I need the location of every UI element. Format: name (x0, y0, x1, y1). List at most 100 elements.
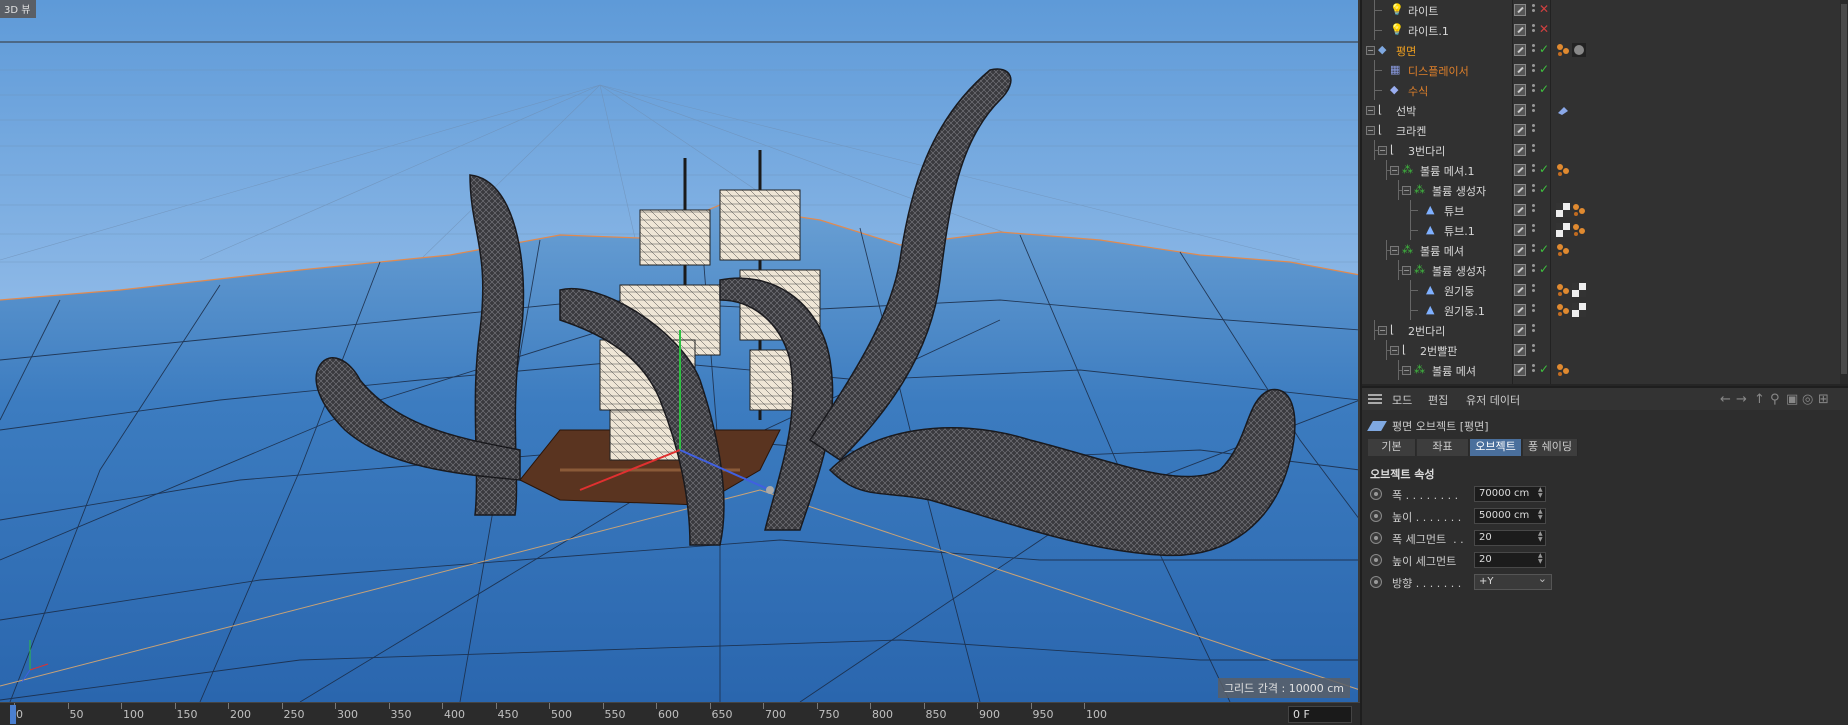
object-row[interactable]: − ⌊ 2번빨판 (1362, 340, 1848, 360)
layer-edit-icon[interactable] (1514, 144, 1526, 156)
visibility-dots-icon[interactable] (1532, 104, 1536, 116)
collapse-icon[interactable]: − (1378, 326, 1387, 335)
visibility-dots-icon[interactable] (1532, 184, 1536, 196)
layer-edit-icon[interactable] (1514, 264, 1526, 276)
stepper-icon[interactable]: ▲ ▼ (1538, 531, 1545, 545)
layer-edit-icon[interactable] (1514, 124, 1526, 136)
object-name[interactable]: 평면 (1396, 43, 1416, 59)
tab-coord[interactable]: 좌표 (1417, 439, 1469, 456)
disabled-x-icon[interactable]: ✕ (1539, 22, 1549, 36)
visibility-dots-icon[interactable] (1532, 4, 1536, 16)
visibility-dots-icon[interactable] (1532, 284, 1536, 296)
back-arrow-icon[interactable]: ← (1720, 392, 1731, 407)
material-tag-icon[interactable] (1556, 283, 1570, 297)
checker-tag-icon[interactable] (1556, 203, 1570, 217)
object-name[interactable]: 볼륨 메셔 (1432, 363, 1476, 379)
object-name[interactable]: 원기둥.1 (1444, 303, 1485, 319)
property-value-field[interactable]: 70000 cm (1474, 486, 1546, 502)
collapse-icon[interactable]: − (1390, 246, 1399, 255)
object-row[interactable]: − ⁂ 볼륨 생성자 ✓ (1362, 180, 1848, 200)
object-row[interactable]: − ⌊ 크라켄 (1362, 120, 1848, 140)
collapse-icon[interactable]: − (1402, 186, 1411, 195)
property-value-field[interactable]: 20 (1474, 530, 1546, 546)
object-name[interactable]: 튜브.1 (1444, 223, 1475, 239)
property-value-field[interactable]: 20 (1474, 552, 1546, 568)
layer-edit-icon[interactable] (1514, 104, 1526, 116)
visibility-dots-icon[interactable] (1532, 324, 1536, 336)
object-row[interactable]: − ⁂ 볼륨 메셔 ✓ (1362, 360, 1848, 380)
object-name[interactable]: 수식 (1408, 83, 1428, 99)
object-row[interactable]: − ⌊ 3번다리 (1362, 140, 1848, 160)
visibility-dots-icon[interactable] (1532, 84, 1536, 96)
layer-edit-icon[interactable] (1514, 84, 1526, 96)
object-name[interactable]: 크라켄 (1396, 123, 1426, 139)
object-name[interactable]: 볼륨 생성자 (1432, 263, 1486, 279)
object-row[interactable]: − ◆ 평면 ✓ (1362, 40, 1848, 60)
checker-tag-icon[interactable] (1556, 223, 1570, 237)
visibility-dots-icon[interactable] (1532, 344, 1536, 356)
material-tag-icon[interactable] (1572, 203, 1586, 217)
tab-object[interactable]: 오브젝트 (1470, 439, 1522, 456)
material-tag-icon[interactable] (1556, 243, 1570, 257)
object-name[interactable]: 디스플레이서 (1408, 63, 1469, 79)
material-tag-icon[interactable] (1556, 43, 1570, 57)
layer-edit-icon[interactable] (1514, 344, 1526, 356)
menu-mode[interactable]: 모드 (1392, 392, 1412, 408)
timeline-ruler[interactable]: 0 50 100 150 200 250 300 350 400 450 500 550 600 650 7… (0, 702, 1360, 725)
object-row[interactable]: − ⁂ 볼륨 생성자 ✓ (1362, 260, 1848, 280)
collapse-icon[interactable]: − (1378, 146, 1387, 155)
viewport-title[interactable]: 3D 뷰 (0, 0, 37, 18)
object-row[interactable]: ▲ 튜브.1 (1362, 220, 1848, 240)
object-name[interactable]: 선박 (1396, 103, 1416, 119)
visibility-dots-icon[interactable] (1532, 224, 1536, 236)
material-tag-icon[interactable] (1556, 163, 1570, 177)
checker-tag-icon[interactable] (1572, 283, 1586, 297)
layer-edit-icon[interactable] (1514, 24, 1526, 36)
object-row[interactable]: − ⁂ 볼륨 메셔.1 ✓ (1362, 160, 1848, 180)
layer-edit-icon[interactable] (1514, 64, 1526, 76)
stepper-icon[interactable]: ▲ ▼ (1538, 509, 1545, 523)
collapse-icon[interactable]: − (1390, 166, 1399, 175)
material-tag-icon[interactable] (1556, 303, 1570, 317)
visibility-dots-icon[interactable] (1532, 144, 1536, 156)
visibility-dots-icon[interactable] (1532, 204, 1536, 216)
animate-radio-icon[interactable] (1370, 510, 1382, 522)
menu-edit[interactable]: 편집 (1428, 392, 1448, 408)
orientation-select[interactable]: +Y (1474, 572, 1552, 590)
layer-edit-icon[interactable] (1514, 44, 1526, 56)
visibility-dots-icon[interactable] (1532, 264, 1536, 276)
visibility-dots-icon[interactable] (1532, 304, 1536, 316)
visibility-dots-icon[interactable] (1532, 64, 1536, 76)
enabled-check-icon[interactable]: ✓ (1539, 62, 1549, 76)
object-name[interactable]: 2번다리 (1408, 323, 1445, 339)
up-arrow-icon[interactable]: ↑ (1754, 392, 1765, 407)
enabled-check-icon[interactable]: ✓ (1539, 82, 1549, 96)
visibility-dots-icon[interactable] (1532, 164, 1536, 176)
forward-arrow-icon[interactable]: → (1736, 392, 1747, 407)
object-row[interactable]: ▲ 원기둥 (1362, 280, 1848, 300)
object-row[interactable]: ◆ 수식 ✓ (1362, 80, 1848, 100)
disabled-x-icon[interactable]: ✕ (1539, 2, 1549, 16)
collapse-icon[interactable]: − (1402, 366, 1411, 375)
enabled-check-icon[interactable]: ✓ (1539, 242, 1549, 256)
current-frame-field[interactable]: 0 F (1288, 706, 1352, 723)
animate-radio-icon[interactable] (1370, 554, 1382, 566)
object-row[interactable]: ▲ 튜브 (1362, 200, 1848, 220)
object-name[interactable]: 라이트 (1408, 3, 1438, 19)
object-row[interactable]: ▦ 디스플레이서 ✓ (1362, 60, 1848, 80)
hamburger-menu-icon[interactable] (1368, 394, 1382, 404)
texture-tag-icon[interactable] (1572, 43, 1586, 57)
visibility-dots-icon[interactable] (1532, 244, 1536, 256)
material-tag-icon[interactable] (1572, 223, 1586, 237)
object-row[interactable]: − ⌊ 2번다리 (1362, 320, 1848, 340)
layer-edit-icon[interactable] (1514, 184, 1526, 196)
search-icon[interactable]: ⚲ (1770, 392, 1780, 407)
tab-phong[interactable]: 퐁 쉐이딩 (1523, 439, 1578, 456)
enabled-check-icon[interactable]: ✓ (1539, 182, 1549, 196)
layer-edit-icon[interactable] (1514, 304, 1526, 316)
enabled-check-icon[interactable]: ✓ (1539, 262, 1549, 276)
animate-radio-icon[interactable] (1370, 488, 1382, 500)
layer-edit-icon[interactable] (1514, 364, 1526, 376)
object-name[interactable]: 볼륨 생성자 (1432, 183, 1486, 199)
collapse-icon[interactable]: − (1366, 126, 1375, 135)
